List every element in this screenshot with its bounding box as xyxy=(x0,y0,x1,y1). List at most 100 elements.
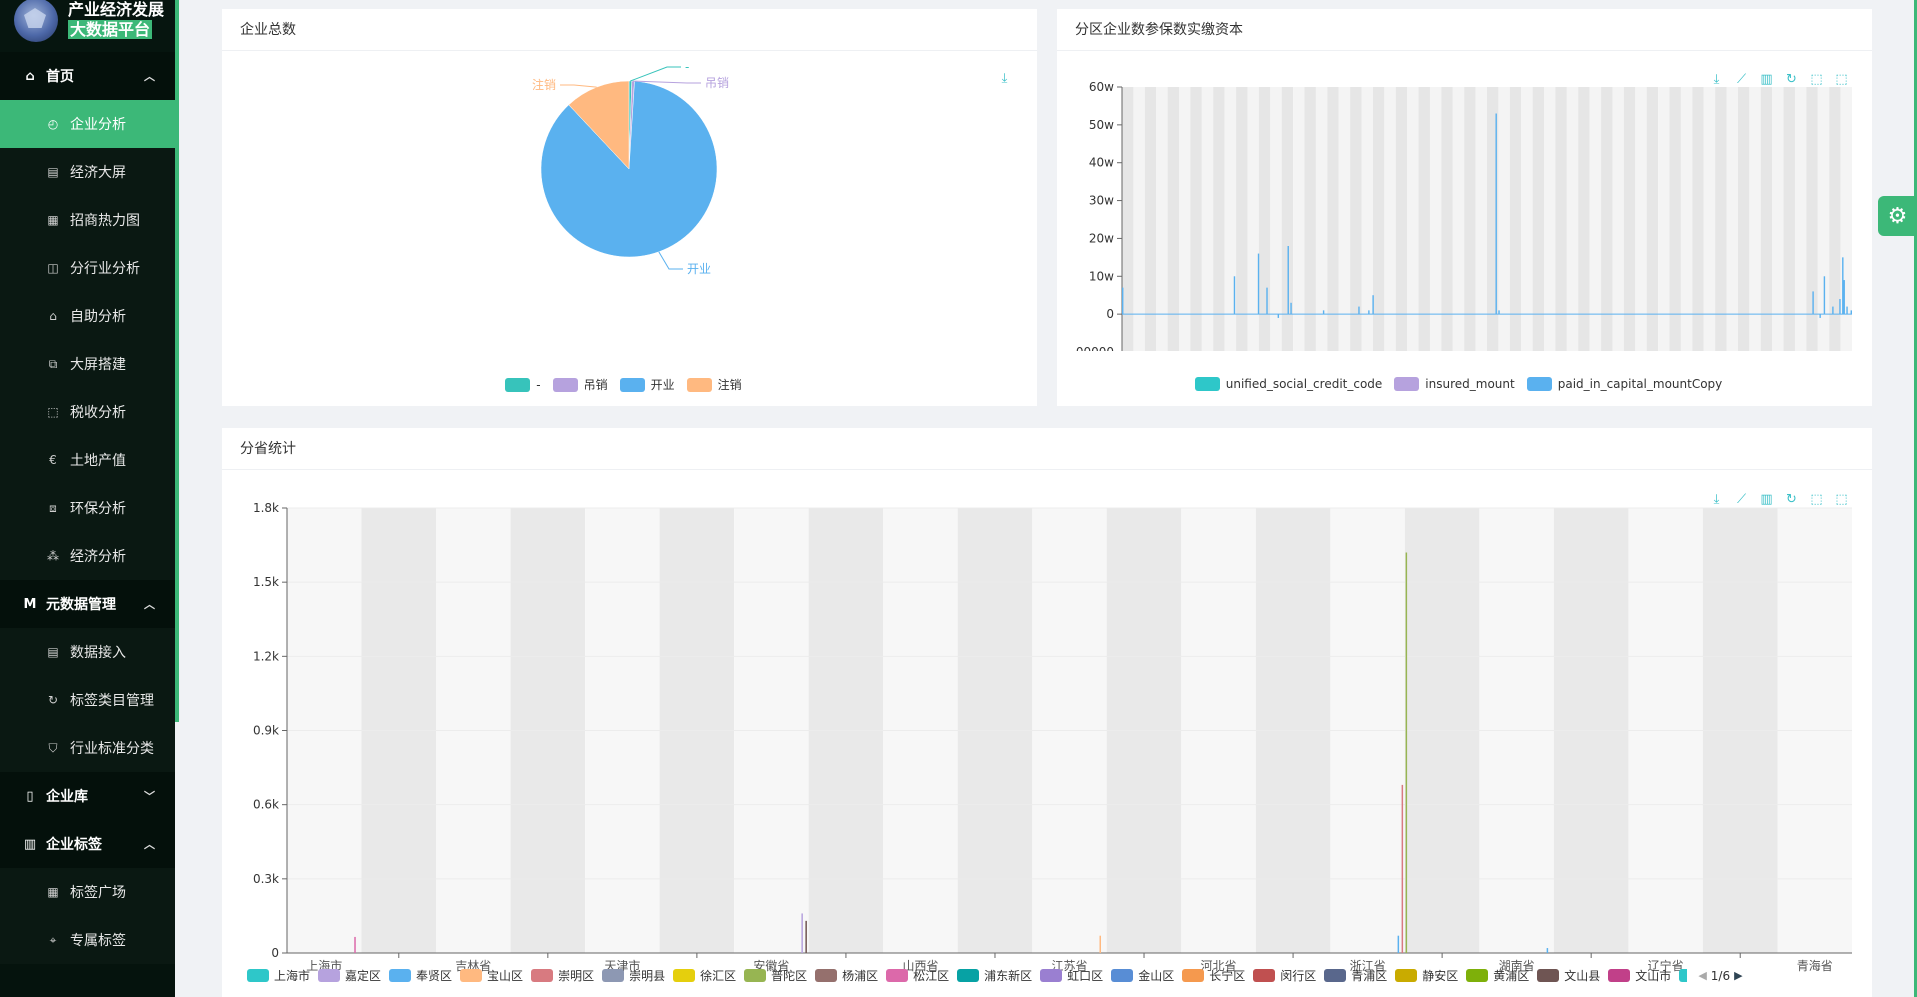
legend-next-icon[interactable]: ▶ xyxy=(1734,969,1742,982)
split-area xyxy=(1407,87,1419,351)
legend-swatch xyxy=(744,969,767,982)
legend-item[interactable]: paid_in_capital_mountCopy xyxy=(1526,377,1722,391)
legend-swatch xyxy=(673,969,696,982)
y-tick-label: 0 xyxy=(1106,307,1114,321)
sidebar-item-3-1[interactable]: ⌖ 专属标签 xyxy=(0,916,175,964)
legend-item[interactable]: 虹口区 xyxy=(1040,967,1103,984)
sidebar-item-1-2[interactable]: ⛉ 行业标准分类 xyxy=(0,724,175,772)
legend-item[interactable]: 普陀区 xyxy=(744,967,807,984)
legend-label: 浦东新区 xyxy=(984,969,1033,983)
split-area xyxy=(1304,87,1316,351)
sidebar-group-label: 企业标签 xyxy=(46,837,102,853)
sidebar-group-0[interactable]: ⌂ 首页 ︿ xyxy=(0,52,175,100)
legend-item[interactable]: 松江区 xyxy=(886,967,949,984)
sidebar-item-1-0[interactable]: ▤ 数据接入 xyxy=(0,628,175,676)
legend-item[interactable]: 长宁区 xyxy=(1182,967,1245,984)
legend-item[interactable]: 浦东新区 xyxy=(957,967,1032,984)
legend-item[interactable]: 崇明县 xyxy=(602,967,665,984)
legend-prev-icon[interactable]: ◀ xyxy=(1698,969,1706,982)
split-area xyxy=(1703,87,1716,351)
split-area xyxy=(1783,87,1795,351)
bar xyxy=(1405,552,1408,953)
legend-label: 普陀区 xyxy=(771,969,808,983)
legend-item[interactable]: unified_social_credit_code xyxy=(1194,377,1382,391)
bar xyxy=(1832,306,1834,315)
legend-label: 杨浦区 xyxy=(842,969,879,983)
home-icon: ⌂ xyxy=(25,68,35,84)
legend-item[interactable]: 静安区 xyxy=(1395,967,1458,984)
sidebar-item-0-8[interactable]: ⧈ 环保分析 xyxy=(0,484,175,532)
sidebar-accent-bar xyxy=(175,0,179,722)
sidebar-item-0-4[interactable]: ⌂ 自助分析 xyxy=(0,292,175,340)
legend-item[interactable]: 奉贤区 xyxy=(389,967,452,984)
legend-label: 松江区 xyxy=(913,969,950,983)
split-area xyxy=(1179,87,1191,351)
legend-item[interactable]: 开业 xyxy=(619,376,675,393)
legend-swatch-overflow xyxy=(1679,969,1688,982)
pie-leader-line xyxy=(658,251,683,270)
legend-swatch xyxy=(1526,377,1552,391)
legend-item[interactable]: - xyxy=(505,377,541,392)
legend-label: 开业 xyxy=(650,378,675,392)
legend-swatch xyxy=(1394,377,1420,391)
legend-item[interactable]: 金山区 xyxy=(1111,967,1174,984)
legend-label: 文山县 xyxy=(1564,969,1601,983)
legend-label: 上海市 xyxy=(274,969,311,983)
sidebar-group-3[interactable]: ▥ 企业标签 ︿ xyxy=(0,820,175,868)
pie-label: 吊销 xyxy=(705,76,729,90)
legend-item[interactable]: 徐汇区 xyxy=(673,967,736,984)
sidebar-item-0-0[interactable]: ◴ 企业分析 xyxy=(0,100,175,148)
pie-label: 注销 xyxy=(532,77,556,92)
legend-item[interactable]: 文山县 xyxy=(1537,967,1600,984)
sidebar-item-0-2[interactable]: ▦ 招商热力图 xyxy=(0,196,175,244)
legend-item[interactable]: 吊销 xyxy=(552,376,608,393)
sidebar-item-0-3[interactable]: ◫ 分行业分析 xyxy=(0,244,175,292)
bar xyxy=(1823,276,1826,315)
legend-item[interactable]: 崇明区 xyxy=(531,967,594,984)
sidebar-group-1[interactable]: M 元数据管理 ︿ xyxy=(0,580,175,628)
legend-swatch xyxy=(389,969,412,982)
legend-item[interactable]: 青浦区 xyxy=(1324,967,1387,984)
sidebar-item-0-5[interactable]: ⧉ 大屏搭建 xyxy=(0,340,175,388)
legend-item[interactable]: 文山市 xyxy=(1608,967,1671,984)
bar xyxy=(1322,310,1325,315)
sidebar-item-3-0[interactable]: ▦ 标签广场 xyxy=(0,868,175,916)
split-area xyxy=(1772,87,1784,351)
bar xyxy=(1266,287,1268,315)
split-area xyxy=(1555,87,1567,351)
app-title-line2: 大数据平台 xyxy=(68,20,153,39)
sidebar-item-0-9[interactable]: ⁂ 经济分析 xyxy=(0,532,175,580)
pie-legend: - 吊销 开业 注销 xyxy=(222,376,1037,393)
legend-item[interactable]: 闵行区 xyxy=(1253,967,1316,984)
euro-icon: € xyxy=(49,453,57,467)
y-tick-label: 0 xyxy=(271,946,279,960)
split-area xyxy=(1315,87,1328,351)
sidebar-group-2[interactable]: ▯ 企业库 ﹀ xyxy=(0,772,175,820)
legend-item[interactable]: 嘉定区 xyxy=(318,967,381,984)
settings-gear-icon[interactable]: ⚙ xyxy=(1878,196,1917,236)
split-area xyxy=(1680,87,1693,351)
legend-item[interactable]: 黄浦区 xyxy=(1466,967,1529,984)
sidebar-item-0-7[interactable]: € 土地产值 xyxy=(0,436,175,484)
sidebar-item-0-1[interactable]: ▤ 经济大屏 xyxy=(0,148,175,196)
legend-item[interactable]: 上海市 xyxy=(247,967,310,984)
sidebar-item-label: 专属标签 xyxy=(70,933,126,949)
sidebar-item-label: 数据接入 xyxy=(70,645,126,661)
bar xyxy=(1233,276,1236,315)
legend-item[interactable]: 杨浦区 xyxy=(815,967,878,984)
split-area xyxy=(1646,87,1659,351)
bar xyxy=(1401,784,1404,953)
bar xyxy=(1819,314,1821,318)
split-area xyxy=(1737,87,1750,351)
legend-item[interactable]: 宝山区 xyxy=(460,967,523,984)
sidebar-item-1-1[interactable]: ↻ 标签类目管理 xyxy=(0,676,175,724)
bar xyxy=(1498,310,1500,315)
y-tick-label: 50w xyxy=(1089,118,1114,132)
legend-item[interactable]: insured_mount xyxy=(1394,377,1515,391)
legend-label: 吊销 xyxy=(583,378,608,392)
bar xyxy=(1122,287,1124,315)
sidebar-menu: ⌂ 首页 ︿ ◴ 企业分析 ▤ 经济大屏 ▦ 招商热力图 ◫ 分行业分析 ⌂ 自助分析 ⧉ 大屏搭建 ⬚ 税收分… xyxy=(0,52,175,964)
legend-item[interactable]: 注销 xyxy=(686,376,742,393)
sidebar-item-0-6[interactable]: ⬚ 税收分析 xyxy=(0,388,175,436)
split-area xyxy=(1395,87,1408,351)
